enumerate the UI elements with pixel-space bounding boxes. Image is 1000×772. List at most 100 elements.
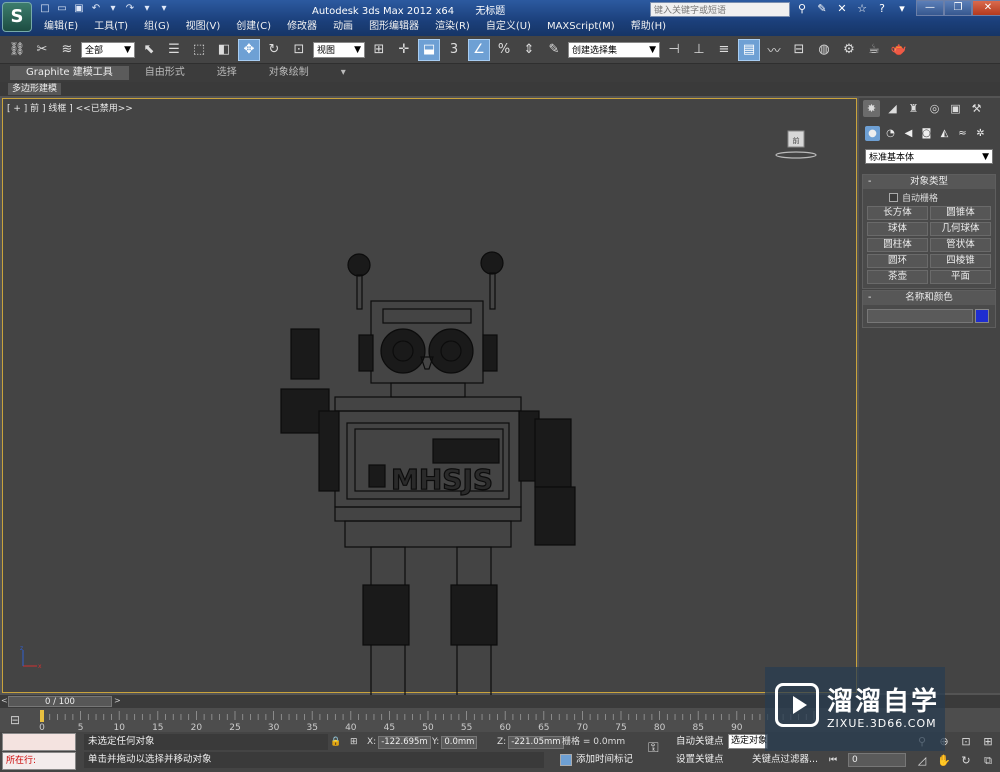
- helpers-icon[interactable]: ◭: [937, 126, 952, 141]
- viewcube[interactable]: 前: [774, 127, 818, 161]
- object-type-rollout-header[interactable]: - 对象类型: [863, 175, 995, 189]
- menu-item[interactable]: 帮助(H): [623, 19, 674, 35]
- object-type-button[interactable]: 圆锥体: [930, 206, 991, 220]
- absolute-mode-icon[interactable]: ⊞: [350, 735, 358, 749]
- cameras-icon[interactable]: ◙: [919, 126, 934, 141]
- customize-dropdown-icon[interactable]: ▾: [157, 2, 171, 15]
- snaps-toggle-icon[interactable]: 3: [443, 39, 465, 61]
- select-and-link-icon[interactable]: ⛓: [6, 39, 28, 61]
- zoom-extents-all-icon[interactable]: ⊞: [978, 733, 998, 750]
- ribbon-tab[interactable]: 自由形式: [129, 66, 201, 80]
- window-crossing-icon[interactable]: ◧: [213, 39, 235, 61]
- menu-item[interactable]: 渲染(R): [427, 19, 478, 35]
- undo-dropdown-icon[interactable]: ▾: [106, 2, 120, 15]
- autogrid-checkbox[interactable]: 自动栅格: [889, 191, 995, 204]
- select-manipulate-icon[interactable]: ✛: [393, 39, 415, 61]
- wrench-icon[interactable]: ✎: [815, 2, 829, 16]
- favorites-star-icon[interactable]: ☆: [855, 2, 869, 16]
- key-selection-dropdown[interactable]: 选定对象: [728, 734, 768, 749]
- maximize-viewport-icon[interactable]: ⧉: [978, 752, 998, 769]
- previous-frame-icon[interactable]: <: [1, 696, 8, 705]
- unlink-selection-icon[interactable]: ✂: [31, 39, 53, 61]
- field-of-view-icon[interactable]: ◿: [912, 752, 932, 769]
- object-color-swatch[interactable]: [975, 309, 989, 323]
- orbit-icon[interactable]: ↻: [956, 752, 976, 769]
- new-file-icon[interactable]: □: [38, 2, 52, 15]
- redo-icon[interactable]: ↷: [123, 2, 137, 15]
- material-editor-icon[interactable]: ◍: [813, 39, 835, 61]
- lock-selection-icon[interactable]: 🔒: [330, 735, 341, 749]
- robot-wireframe-model[interactable]: MHSJS: [273, 247, 583, 762]
- lights-icon[interactable]: ◀: [901, 126, 916, 141]
- ribbon-tab[interactable]: Graphite 建模工具: [10, 66, 129, 80]
- ribbon-tab[interactable]: 对象绘制: [253, 66, 325, 80]
- communication-icon[interactable]: ✕: [835, 2, 849, 16]
- object-type-button[interactable]: 管状体: [930, 238, 991, 252]
- mirror-icon[interactable]: ⊣: [663, 39, 685, 61]
- close-button[interactable]: ✕: [972, 0, 1000, 16]
- current-frame-input[interactable]: 0: [848, 753, 906, 767]
- angle-snap-icon[interactable]: ∠: [468, 38, 490, 61]
- object-type-button[interactable]: 圆环: [867, 254, 928, 268]
- motion-tab-icon[interactable]: ◎: [926, 100, 943, 117]
- modify-tab-icon[interactable]: ◢: [884, 100, 901, 117]
- save-file-icon[interactable]: ▣: [72, 2, 86, 15]
- next-frame-icon[interactable]: >: [114, 696, 121, 705]
- select-and-scale-icon[interactable]: ⊡: [288, 39, 310, 61]
- object-type-button[interactable]: 长方体: [867, 206, 928, 220]
- open-file-icon[interactable]: ▭: [55, 2, 69, 15]
- spinner-snap-icon[interactable]: ⇕: [518, 39, 540, 61]
- app-logo-button[interactable]: S: [2, 2, 32, 32]
- ribbon-tab[interactable]: 选择: [201, 66, 253, 80]
- front-viewport[interactable]: [ + ] 前 ] 线框 ] <<已禁用>> 前 MHSJS x z: [2, 98, 857, 754]
- reference-coordinate-dropdown[interactable]: 视图 ▼: [313, 41, 365, 58]
- menu-item[interactable]: 组(G): [136, 19, 178, 35]
- layer-manager-icon[interactable]: ≡: [713, 39, 735, 61]
- help-dropdown-icon[interactable]: ▾: [895, 2, 909, 16]
- z-coordinate-input[interactable]: -221.05mm: [508, 735, 564, 749]
- select-by-name-icon[interactable]: ☰: [163, 39, 185, 61]
- restore-button[interactable]: ❐: [944, 0, 972, 16]
- named-selection-set-dropdown[interactable]: 创建选择集 ▼: [568, 41, 660, 58]
- key-filters-button[interactable]: 关键点过滤器...: [752, 752, 818, 768]
- object-type-button[interactable]: 几何球体: [930, 222, 991, 236]
- graphite-toggle-icon[interactable]: ▤: [738, 38, 760, 61]
- render-setup-icon[interactable]: ⚙: [838, 39, 860, 61]
- x-coordinate-input[interactable]: -122.695m: [378, 735, 431, 749]
- viewport-label-menu[interactable]: [ + ] 前 ] 线框 ] <<已禁用>>: [7, 101, 133, 114]
- object-type-button[interactable]: 圆柱体: [867, 238, 928, 252]
- menu-item[interactable]: 修改器: [279, 19, 325, 35]
- name-and-color-rollout-header[interactable]: - 名称和颜色: [863, 291, 995, 305]
- pivot-center-icon[interactable]: ⊞: [368, 39, 390, 61]
- edit-named-selection-icon[interactable]: ✎: [543, 39, 565, 61]
- help-search-input[interactable]: 键入关键字或短语: [650, 2, 790, 17]
- menu-item[interactable]: MAXScript(M): [539, 19, 623, 35]
- help-icon[interactable]: ?: [875, 2, 889, 16]
- menu-item[interactable]: 自定义(U): [478, 19, 539, 35]
- render-production-icon[interactable]: 🫖: [888, 39, 910, 61]
- maxscript-listener-input[interactable]: [2, 733, 76, 751]
- select-and-move-icon[interactable]: ✥: [238, 38, 260, 61]
- go-to-start-icon[interactable]: ⏮: [826, 753, 840, 767]
- menu-item[interactable]: 视图(V): [178, 19, 229, 35]
- geometry-type-dropdown[interactable]: 标准基本体 ▼: [865, 149, 993, 164]
- set-key-button[interactable]: 设置关键点: [676, 752, 724, 768]
- keyboard-shortcut-override-icon[interactable]: ⬓: [418, 38, 440, 61]
- schematic-view-icon[interactable]: ⊟: [788, 39, 810, 61]
- object-type-button[interactable]: 平面: [930, 270, 991, 284]
- select-object-icon[interactable]: ⬉: [138, 39, 160, 61]
- geometry-icon[interactable]: ●: [865, 126, 880, 141]
- object-type-button[interactable]: 球体: [867, 222, 928, 236]
- redo-dropdown-icon[interactable]: ▾: [140, 2, 154, 15]
- zoom-extents-icon[interactable]: ⊡: [956, 733, 976, 750]
- create-tab-icon[interactable]: ✸: [863, 100, 880, 117]
- bind-space-warp-icon[interactable]: ≋: [56, 39, 78, 61]
- minimize-button[interactable]: —: [916, 0, 944, 16]
- align-icon[interactable]: ⊥: [688, 39, 710, 61]
- systems-icon[interactable]: ✲: [973, 126, 988, 141]
- rectangular-selection-icon[interactable]: ⬚: [188, 39, 210, 61]
- time-slider-thumb[interactable]: 0 / 100: [8, 696, 112, 707]
- display-tab-icon[interactable]: ▣: [947, 100, 964, 117]
- y-coordinate-input[interactable]: 0.0mm: [441, 735, 478, 749]
- object-type-button[interactable]: 茶壶: [867, 270, 928, 284]
